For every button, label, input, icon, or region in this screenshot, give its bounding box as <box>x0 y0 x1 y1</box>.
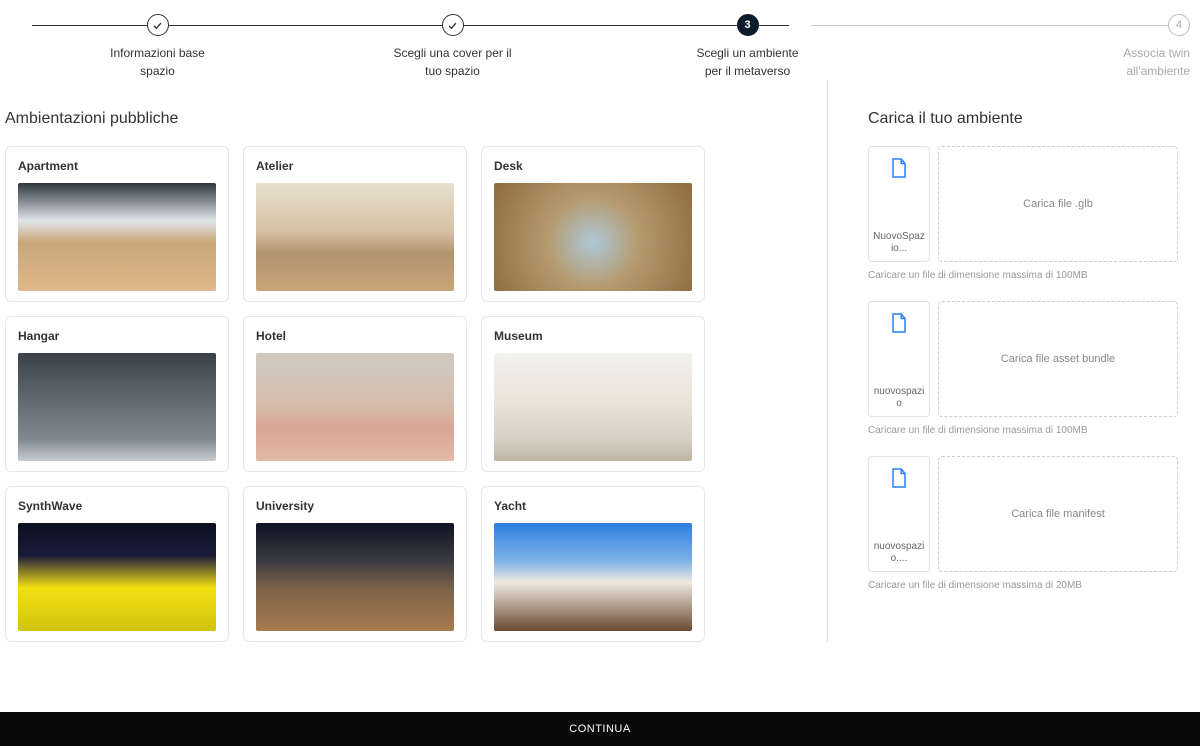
step-label: Informazioni base spazio <box>98 44 218 80</box>
continue-label: CONTINUA <box>569 723 630 735</box>
section-title: Ambientazioni pubbliche <box>5 110 827 128</box>
step-circle-future: 4 <box>1168 14 1190 36</box>
upload-block-glb: NuovoSpazio... Carica file .glb Caricare… <box>868 146 1178 281</box>
env-card-apartment[interactable]: Apartment <box>5 146 229 302</box>
env-card-title: Hotel <box>256 329 454 343</box>
env-card-title: Hangar <box>18 329 216 343</box>
upload-block-manifest: nuovospazio.... Carica file manifest Car… <box>868 456 1178 591</box>
step-connector <box>32 25 411 26</box>
step-circle-done <box>147 14 169 36</box>
upload-hint: Caricare un file di dimensione massima d… <box>868 270 1178 281</box>
env-card-university[interactable]: University <box>243 486 467 642</box>
env-thumbnail <box>494 353 692 461</box>
env-card-atelier[interactable]: Atelier <box>243 146 467 302</box>
env-thumbnail <box>256 523 454 631</box>
env-card-museum[interactable]: Museum <box>481 316 705 472</box>
check-icon <box>447 20 458 31</box>
file-name: NuovoSpazio... <box>873 231 925 255</box>
continue-button[interactable]: CONTINUA <box>0 712 1200 746</box>
env-thumbnail <box>18 183 216 291</box>
uploaded-file[interactable]: NuovoSpazio... <box>868 146 930 262</box>
section-title: Carica il tuo ambiente <box>868 110 1178 128</box>
step-label: Associa twin all'ambiente <box>1070 44 1190 80</box>
step-connector <box>811 25 1168 26</box>
main-content: Ambientazioni pubbliche Apartment Atelie… <box>0 80 1200 722</box>
step-circle-active: 3 <box>737 14 759 36</box>
stepper: Informazioni base spazio Scegli una cove… <box>0 0 1200 80</box>
env-card-desk[interactable]: Desk <box>481 146 705 302</box>
env-thumbnail <box>494 183 692 291</box>
env-thumbnail <box>18 523 216 631</box>
env-card-title: SynthWave <box>18 499 216 513</box>
env-card-title: Desk <box>494 159 692 173</box>
env-card-title: Yacht <box>494 499 692 513</box>
check-icon <box>152 20 163 31</box>
env-thumbnail <box>256 353 454 461</box>
file-icon <box>890 467 908 489</box>
env-card-title: University <box>256 499 454 513</box>
file-icon <box>890 312 908 334</box>
step-twin: 4 Associa twin all'ambiente <box>895 14 1190 80</box>
step-informazioni[interactable]: Informazioni base spazio <box>10 14 305 80</box>
dropzone-assetbundle[interactable]: Carica file asset bundle <box>938 301 1178 417</box>
step-label: Scegli un ambiente per il metaverso <box>688 44 808 80</box>
env-thumbnail <box>256 183 454 291</box>
upload-hint: Caricare un file di dimensione massima d… <box>868 425 1178 436</box>
step-cover[interactable]: Scegli una cover per il tuo spazio <box>305 14 600 80</box>
dropzone-label: Carica file .glb <box>1023 198 1093 210</box>
upload-hint: Caricare un file di dimensione massima d… <box>868 580 1178 591</box>
upload-panel: Carica il tuo ambiente NuovoSpazio... Ca… <box>868 80 1198 642</box>
env-card-hotel[interactable]: Hotel <box>243 316 467 472</box>
env-card-hangar[interactable]: Hangar <box>5 316 229 472</box>
env-card-yacht[interactable]: Yacht <box>481 486 705 642</box>
env-thumbnail <box>18 353 216 461</box>
step-connector <box>411 25 789 26</box>
env-card-title: Apartment <box>18 159 216 173</box>
file-name: nuovospazio.... <box>873 541 925 565</box>
env-card-title: Atelier <box>256 159 454 173</box>
env-card-title: Museum <box>494 329 692 343</box>
dropzone-glb[interactable]: Carica file .glb <box>938 146 1178 262</box>
upload-block-assetbundle: nuovospazio Carica file asset bundle Car… <box>868 301 1178 436</box>
env-thumbnail <box>494 523 692 631</box>
dropzone-label: Carica file asset bundle <box>1001 353 1115 365</box>
env-card-synthwave[interactable]: SynthWave <box>5 486 229 642</box>
file-name: nuovospazio <box>873 386 925 410</box>
step-ambiente[interactable]: 3 Scegli un ambiente per il metaverso <box>600 14 895 80</box>
uploaded-file[interactable]: nuovospazio.... <box>868 456 930 572</box>
environment-grid: Apartment Atelier Desk Hangar Hotel Muse… <box>5 146 705 642</box>
step-circle-done <box>442 14 464 36</box>
file-icon <box>890 157 908 179</box>
dropzone-label: Carica file manifest <box>1011 508 1105 520</box>
dropzone-manifest[interactable]: Carica file manifest <box>938 456 1178 572</box>
step-label: Scegli una cover per il tuo spazio <box>393 44 513 80</box>
uploaded-file[interactable]: nuovospazio <box>868 301 930 417</box>
public-environments-panel: Ambientazioni pubbliche Apartment Atelie… <box>2 80 828 642</box>
